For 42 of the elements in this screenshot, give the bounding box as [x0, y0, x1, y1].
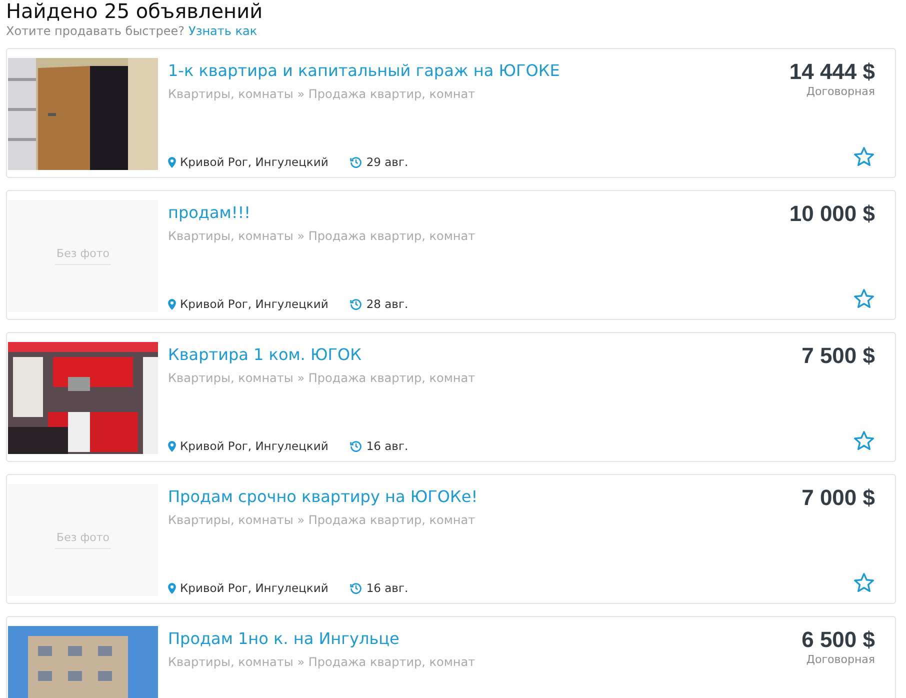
- listing-title[interactable]: Продам срочно квартиру на ЮГОКе!: [168, 487, 478, 506]
- location-text: Кривой Рог, Ингулецкий: [180, 439, 328, 453]
- no-photo-label: Без фото: [54, 531, 112, 549]
- favorite-star-icon[interactable]: [853, 430, 875, 452]
- listing-title[interactable]: Продам 1но к. на Ингульце: [168, 629, 476, 648]
- location-text: Кривой Рог, Ингулецкий: [180, 155, 328, 169]
- price-note: Договорная: [805, 653, 875, 666]
- favorite-star-icon[interactable]: [853, 146, 875, 168]
- price: 6 500 $: [802, 627, 875, 653]
- category-path: Квартиры, комнаты » Продажа квартир, комнат: [168, 655, 476, 669]
- history-icon: [350, 582, 362, 594]
- location-pin-icon: [168, 298, 176, 310]
- date-text: 28 авг.: [366, 297, 408, 311]
- date-text: 16 авг.: [366, 439, 408, 453]
- no-photo-label: Без фото: [54, 247, 112, 265]
- listing-title[interactable]: продам!!!: [168, 203, 476, 222]
- category-path: Квартиры, комнаты » Продажа квартир, комнат: [168, 513, 476, 527]
- price: 7 000 $: [802, 485, 875, 511]
- location-pin-icon: [168, 582, 176, 594]
- location-pin-icon: [168, 440, 176, 452]
- price: 14 444 $: [789, 59, 875, 85]
- hint-text: Хотите продавать быстрее?: [6, 24, 185, 38]
- price-note: Договорная: [805, 85, 875, 98]
- listing-title[interactable]: Квартира 1 ком. ЮГОК: [168, 345, 476, 364]
- history-icon: [350, 440, 362, 452]
- listing-title[interactable]: 1-к квартира и капитальный гараж на ЮГОКЕ: [168, 61, 560, 80]
- category-path: Квартиры, комнаты » Продажа квартир, комнат: [168, 229, 476, 243]
- location-pin-icon: [168, 156, 176, 168]
- favorite-star-icon[interactable]: [853, 288, 875, 310]
- history-icon: [350, 156, 362, 168]
- learn-how-link[interactable]: Узнать как: [188, 24, 258, 38]
- history-icon: [350, 298, 362, 310]
- category-path: Квартиры, комнаты » Продажа квартир, комнат: [168, 371, 476, 385]
- category-path: Квартиры, комнаты » Продажа квартир, комнат: [168, 87, 476, 101]
- favorite-star-icon[interactable]: [853, 572, 875, 594]
- date-text: 29 авг.: [366, 155, 408, 169]
- location-text: Кривой Рог, Ингулецкий: [180, 581, 328, 595]
- price: 7 500 $: [802, 343, 875, 369]
- price: 10 000 $: [789, 201, 875, 227]
- location-text: Кривой Рог, Ингулецкий: [180, 297, 328, 311]
- results-heading: Найдено 25 объявлений: [6, 0, 264, 24]
- date-text: 16 авг.: [366, 581, 408, 595]
